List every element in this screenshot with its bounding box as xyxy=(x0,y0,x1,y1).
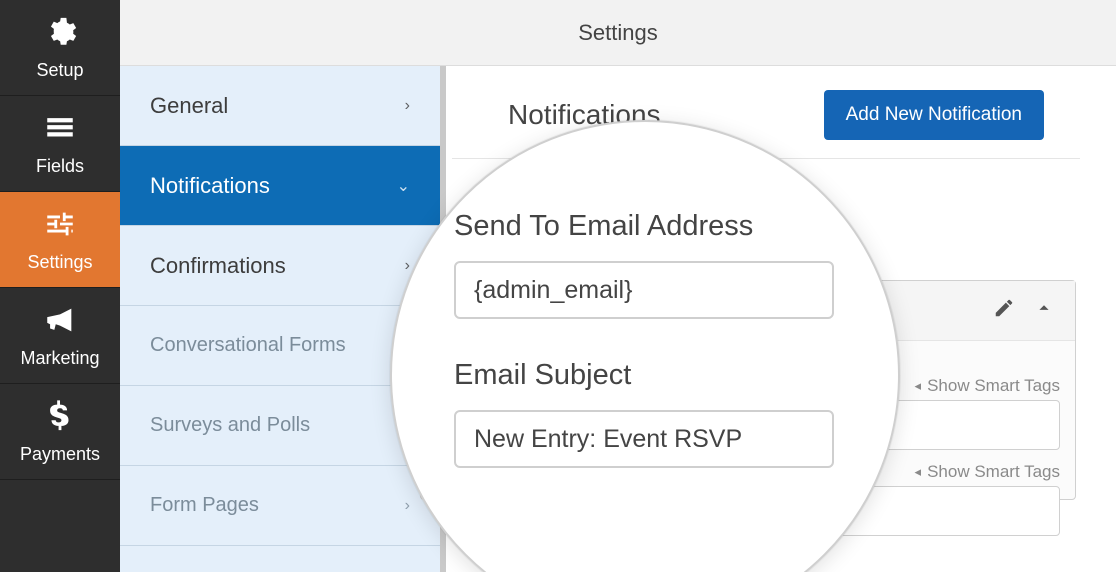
submenu-label: Form Pages xyxy=(150,494,259,517)
rail-label: Marketing xyxy=(20,348,99,369)
send-to-input[interactable]: {admin_email} xyxy=(454,261,834,319)
rail-label: Setup xyxy=(36,60,83,81)
show-smart-tags-link[interactable]: Show Smart Tags xyxy=(915,462,1060,482)
rail-label: Fields xyxy=(36,156,84,177)
submenu-label: Surveys and Polls xyxy=(150,414,310,437)
submenu-label: Conversational Forms xyxy=(150,334,346,357)
send-to-label: Send To Email Address xyxy=(454,210,854,243)
rail-label: Payments xyxy=(20,444,100,465)
chevron-up-icon[interactable] xyxy=(1033,297,1055,324)
bullhorn-icon xyxy=(43,303,77,348)
submenu-label: General xyxy=(150,93,228,119)
rail-item-setup[interactable]: Setup xyxy=(0,0,120,96)
email-subject-input[interactable]: New Entry: Event RSVP xyxy=(454,410,834,468)
gear-icon xyxy=(43,15,77,60)
page-title: Settings xyxy=(578,20,658,46)
submenu-label: Notifications xyxy=(150,173,270,199)
rail-item-marketing[interactable]: Marketing xyxy=(0,288,120,384)
list-icon xyxy=(43,111,77,156)
email-subject-label: Email Subject xyxy=(454,359,854,392)
sliders-icon xyxy=(43,207,77,252)
rail-item-settings[interactable]: Settings xyxy=(0,192,120,288)
zoom-lens: Send To Email Address {admin_email} Emai… xyxy=(390,120,900,572)
left-rail: Setup Fields Settings Marketing Payments xyxy=(0,0,120,572)
show-smart-tags-link[interactable]: Show Smart Tags xyxy=(915,376,1060,396)
rail-label: Settings xyxy=(27,252,92,273)
rail-item-payments[interactable]: Payments xyxy=(0,384,120,480)
dollar-icon xyxy=(43,399,77,444)
submenu-label: Confirmations xyxy=(150,253,286,279)
chevron-right-icon: › xyxy=(405,97,410,115)
rail-item-fields[interactable]: Fields xyxy=(0,96,120,192)
titlebar: Settings xyxy=(120,0,1116,66)
edit-icon[interactable] xyxy=(993,297,1015,324)
